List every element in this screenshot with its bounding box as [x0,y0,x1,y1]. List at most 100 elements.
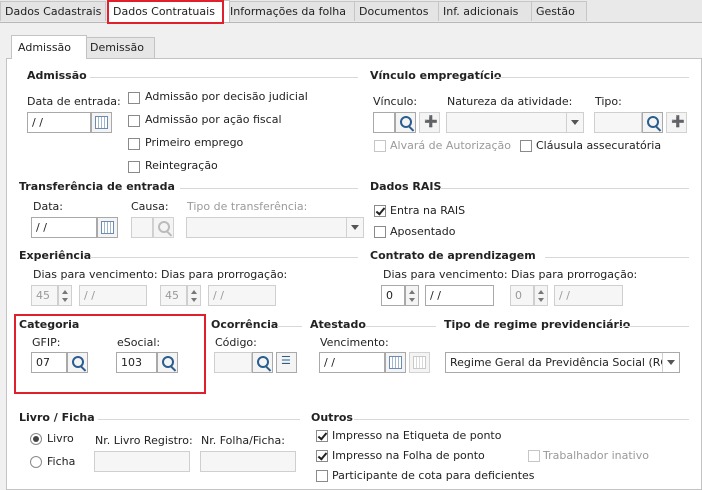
apr-prorr-spinner[interactable] [534,285,548,306]
codigo-search-button[interactable] [252,352,273,373]
divider [366,326,436,327]
search-icon [647,116,659,128]
tab-documentos[interactable]: Documentos [354,1,440,21]
regime-value: Regime Geral da Previdência Social (RGPS… [450,356,680,369]
impresso-folha-checkbox[interactable] [316,450,328,462]
data-entrada-input[interactable]: / / [27,112,91,133]
calendar-button[interactable] [385,352,406,373]
section-rais-title: Dados RAIS [370,180,442,193]
vinculo-label: Vínculo: [373,95,418,108]
apr-venc-days-input[interactable]: 0 [381,285,405,306]
reintegracao-checkbox[interactable] [128,161,140,173]
codigo-input[interactable] [214,352,252,373]
apr-prorr-days-input[interactable]: 0 [510,285,534,306]
livro-radio[interactable] [30,433,42,445]
primeiro-emprego-checkbox[interactable] [128,138,140,150]
vencimento-input[interactable]: / / [319,352,385,373]
trabalhador-inativo-checkbox[interactable] [528,450,540,462]
natureza-label: Natureza da atividade: [447,95,573,108]
aposentado-label: Aposentado [390,225,456,238]
exp-venc-label: Dias para vencimento: [33,268,158,281]
participante-cota-checkbox[interactable] [316,470,328,482]
ficha-radio[interactable] [30,456,42,468]
highlight-tab [107,0,224,24]
section-regime-title: Tipo de regime previdenciário [444,318,631,331]
ficha-label: Ficha [47,455,76,468]
section-vinculo-title: Vínculo empregatício [370,69,502,82]
divider [98,419,300,420]
admissao-fiscal-checkbox[interactable] [128,115,140,127]
subtab-admissao[interactable]: Admissão [11,35,87,59]
section-aprendizagem-title: Contrato de aprendizagem [370,249,536,262]
apr-prorr-date-input[interactable]: / / [554,285,623,306]
calendar-icon [389,356,402,369]
codigo-label: Código: [215,336,257,349]
exp-prorr-days-input[interactable]: 45 [160,285,187,306]
alvara-checkbox[interactable] [374,140,386,152]
trabalhador-inativo-label: Trabalhador inativo [543,449,649,462]
search-icon [72,356,84,368]
regime-select[interactable]: Regime Geral da Previdência Social (RGPS… [445,352,680,373]
tab-gestao[interactable]: Gestão [531,1,587,21]
causa-input[interactable] [131,217,153,238]
nr-folha-input[interactable] [200,451,296,472]
esocial-search-button[interactable] [157,352,178,373]
search-icon [158,221,170,233]
vinculo-search-button[interactable] [395,112,416,133]
esocial-input[interactable]: 103 [116,352,157,373]
apr-venc-date-input[interactable]: / / [425,285,494,306]
entra-rais-label: Entra na RAIS [390,204,466,217]
tipo-add-button[interactable]: ➕ [666,112,687,133]
calendar-icon [101,221,114,234]
divider [90,257,358,258]
admissao-fiscal-label: Admissão por ação fiscal [145,113,282,126]
divider [617,326,689,327]
tipo-search-button[interactable] [642,112,663,133]
section-experiencia-title: Experiência [19,249,92,262]
section-ocorrencia-title: Ocorrência [211,318,279,331]
vinculo-input[interactable] [373,112,395,133]
exp-venc-spinner[interactable] [58,285,72,306]
section-admissao-title: Admissão [27,69,87,82]
nr-folha-label: Nr. Folha/Ficha: [201,434,285,447]
natureza-select[interactable] [446,112,584,133]
nr-livro-label: Nr. Livro Registro: [95,434,193,447]
nr-livro-input[interactable] [94,451,190,472]
tab-informacoes-da-folha[interactable]: Informações da folha [225,1,357,21]
transferencia-data-label: Data: [33,200,63,213]
impresso-folha-label: Impresso na Folha de ponto [332,449,485,462]
calendar-button[interactable] [97,217,118,238]
gfip-search-button[interactable] [67,352,88,373]
section-categoria-title: Categoria [19,318,80,331]
clausula-checkbox[interactable] [520,140,532,152]
exp-prorr-spinner[interactable] [187,285,201,306]
section-outros-title: Outros [311,411,353,424]
causa-label: Causa: [131,200,169,213]
vinculo-add-button[interactable]: ➕ [419,112,440,133]
tab-inf-adicionais[interactable]: Inf. adicionais [438,1,536,21]
aposentado-checkbox[interactable] [374,226,386,238]
transferencia-data-input[interactable]: / / [31,217,97,238]
entra-rais-checkbox[interactable] [374,205,386,217]
vencimento-action-button[interactable] [409,352,430,373]
esocial-label: eSocial: [117,336,161,349]
gfip-input[interactable]: 07 [31,352,67,373]
exp-venc-date-input[interactable]: / / [79,285,147,306]
exp-venc-days-input[interactable]: 45 [31,285,58,306]
tab-dados-cadastrais[interactable]: Dados Cadastrais [0,1,106,21]
impresso-etiqueta-checkbox[interactable] [316,430,328,442]
divider [277,326,302,327]
apr-venc-spinner[interactable] [405,285,419,306]
admissao-judicial-checkbox[interactable] [128,92,140,104]
codigo-list-button[interactable]: ☰ [276,352,297,373]
section-atestado-title: Atestado [310,318,366,331]
tipo-input[interactable] [594,112,642,133]
causa-search-button[interactable] [153,217,174,238]
subtab-demissao[interactable]: Demissão [83,37,155,58]
tipo-transferencia-select[interactable] [186,217,364,238]
divider [354,419,689,420]
search-icon [400,116,412,128]
clausula-label: Cláusula assecuratória [536,139,662,152]
exp-prorr-date-input[interactable]: / / [208,285,276,306]
calendar-button[interactable] [91,112,112,133]
